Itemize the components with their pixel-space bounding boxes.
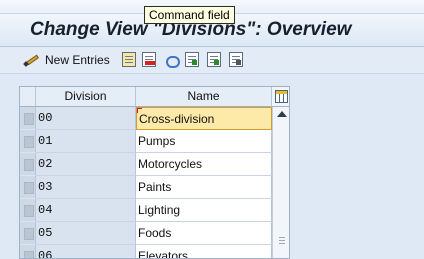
deselect-all-icon[interactable]	[229, 52, 243, 67]
new-entries-label: New Entries	[45, 53, 110, 67]
division-cell: 00	[36, 107, 136, 130]
table-row: 00 Cross-division	[20, 107, 272, 130]
column-header-name[interactable]: Name	[136, 87, 272, 107]
table-row: 06 Elevators	[20, 245, 272, 258]
table-row: 05 Foods	[20, 222, 272, 245]
name-cell[interactable]: Motorcycles	[136, 153, 272, 176]
new-entries-button[interactable]: New Entries	[23, 53, 110, 67]
division-cell: 04	[36, 199, 136, 222]
row-selector[interactable]	[20, 153, 36, 176]
name-cell[interactable]: Lighting	[136, 199, 272, 222]
division-cell: 06	[36, 245, 136, 258]
name-cell[interactable]: Cross-division	[136, 107, 272, 130]
scroll-up-icon[interactable]	[277, 111, 287, 117]
name-cell[interactable]: Foods	[136, 222, 272, 245]
name-cell[interactable]: Elevators	[136, 245, 272, 258]
table-row: 03 Paints	[20, 176, 272, 199]
division-cell: 03	[36, 176, 136, 199]
table-settings-icon	[275, 90, 288, 103]
copy-icon[interactable]	[122, 52, 136, 67]
row-selector[interactable]	[20, 107, 36, 130]
row-selector[interactable]	[20, 176, 36, 199]
table-row: 04 Lighting	[20, 199, 272, 222]
select-all-column-header[interactable]	[20, 87, 36, 107]
table-row: 01 Pumps	[20, 130, 272, 153]
name-cell[interactable]: Pumps	[136, 130, 272, 153]
delete-icon[interactable]	[142, 52, 156, 67]
scroll-grip-icon[interactable]	[279, 237, 285, 244]
vertical-scrollbar[interactable]	[272, 107, 289, 258]
division-cell: 01	[36, 130, 136, 153]
name-cell[interactable]: Paints	[136, 176, 272, 199]
command-field-tooltip: Command field	[144, 6, 235, 24]
pencil-icon	[23, 53, 40, 67]
table-settings-button[interactable]	[272, 87, 289, 107]
row-selector[interactable]	[20, 245, 36, 258]
table-row: 02 Motorcycles	[20, 153, 272, 176]
select-all-icon[interactable]	[185, 52, 199, 67]
division-cell: 02	[36, 153, 136, 176]
column-header-division[interactable]: Division	[36, 87, 136, 107]
select-block-icon[interactable]	[207, 52, 221, 67]
row-selector[interactable]	[20, 222, 36, 245]
row-selector[interactable]	[20, 130, 36, 153]
undo-icon[interactable]	[164, 52, 180, 68]
divisions-table: Division Name 00 Cross-division 01 Pumps…	[19, 86, 290, 259]
division-cell: 05	[36, 222, 136, 245]
row-selector[interactable]	[20, 199, 36, 222]
